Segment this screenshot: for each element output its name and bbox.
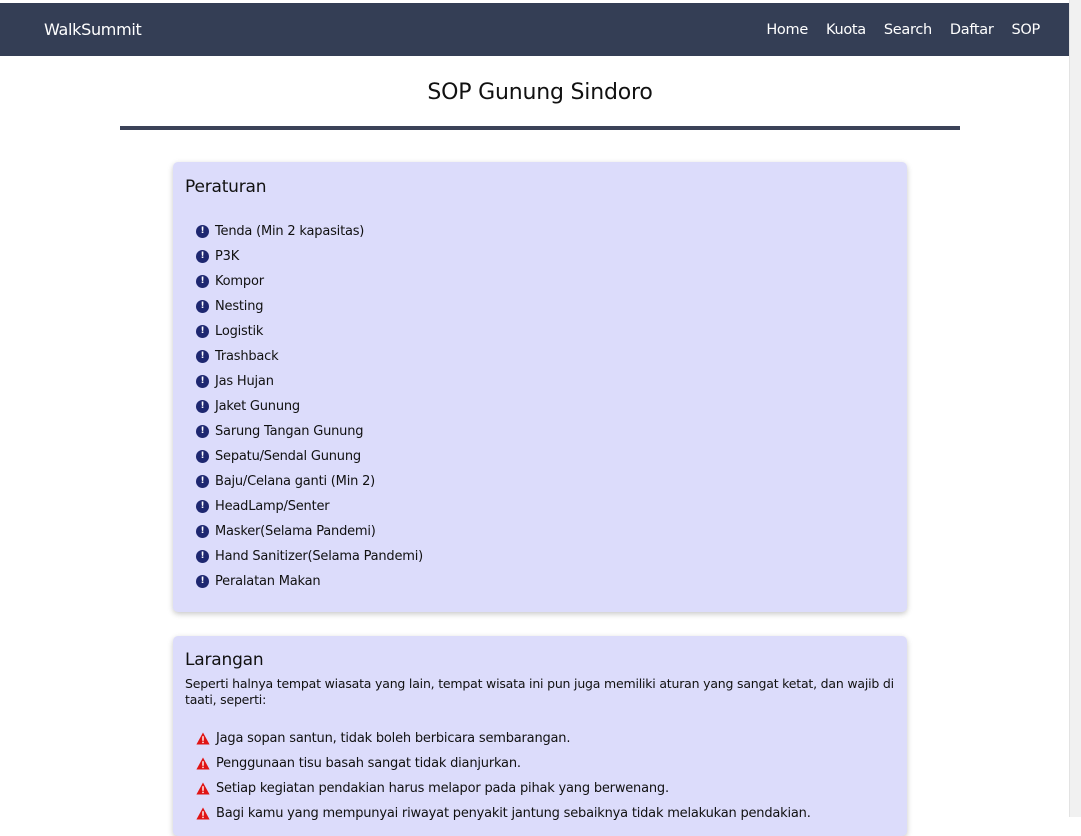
nav-link-home[interactable]: Home [766,22,808,38]
peraturan-item-label: Jas Hujan [215,374,274,389]
exclamation-circle-icon: ! [196,250,209,263]
peraturan-item-label: Trashback [215,349,279,364]
brand-logo[interactable]: WalkSummit [44,20,142,39]
exclamation-circle-icon: ! [196,300,209,313]
scrollbar[interactable] [1069,0,1081,817]
peraturan-item-label: Sarung Tangan Gunung [215,424,364,439]
peraturan-card: Peraturan ! Tenda (Min 2 kapasitas)! P3K! K… [173,162,907,612]
exclamation-circle-icon: ! [196,225,209,238]
nav-link-kuota[interactable]: Kuota [826,22,866,38]
peraturan-item: ! Jaket Gunung [196,394,895,419]
larangan-intro: Seperti halnya tempat wiasata yang lain,… [185,676,894,707]
peraturan-item: ! Tenda (Min 2 kapasitas) [196,219,895,244]
nav-link-sop[interactable]: SOP [1012,22,1041,38]
exclamation-circle-icon: ! [196,375,209,388]
peraturan-item-label: Jaket Gunung [215,399,300,414]
peraturan-item-label: Logistik [215,324,264,339]
nav-links: Home Kuota Search Daftar SOP [748,22,1040,38]
exclamation-circle-icon: ! [196,425,209,438]
peraturan-item: ! Sarung Tangan Gunung [196,419,895,444]
peraturan-list: ! Tenda (Min 2 kapasitas)! P3K! Kompor! Nest… [185,219,895,594]
title-divider [120,126,960,130]
exclamation-circle-icon: ! [196,575,209,588]
exclamation-circle-icon: ! [196,550,209,563]
exclamation-circle-icon: ! [196,400,209,413]
peraturan-item: ! Kompor [196,269,895,294]
exclamation-circle-icon: ! [196,475,209,488]
peraturan-item-label: Tenda (Min 2 kapasitas) [215,224,365,239]
peraturan-item: ! HeadLamp/Senter [196,494,895,519]
peraturan-item: ! Trashback [196,344,895,369]
navbar: WalkSummit Home Kuota Search Daftar SOP [0,3,1070,56]
warning-triangle-icon [196,782,210,795]
page-title: SOP Gunung Sindoro [427,80,653,105]
larangan-item-label: Bagi kamu yang mempunyai riwayat penyaki… [216,806,811,821]
peraturan-item-label: Nesting [215,299,264,314]
larangan-list: Jaga sopan santun, tidak boleh berbicara… [185,726,895,826]
peraturan-item-label: Hand Sanitizer(Selama Pandemi) [215,549,424,564]
exclamation-circle-icon: ! [196,325,209,338]
warning-triangle-icon [196,732,210,745]
peraturan-item: ! Masker(Selama Pandemi) [196,519,895,544]
peraturan-item-label: Baju/Celana ganti (Min 2) [215,474,376,489]
larangan-item-label: Penggunaan tisu basah sangat tidak dianj… [216,756,521,771]
peraturan-item: ! Sepatu/Sendal Gunung [196,444,895,469]
peraturan-item: ! Peralatan Makan [196,569,895,594]
peraturan-item: ! Jas Hujan [196,369,895,394]
peraturan-item: ! Baju/Celana ganti (Min 2) [196,469,895,494]
larangan-item-label: Setiap kegiatan pendakian harus melapor … [216,781,669,796]
peraturan-item-label: Masker(Selama Pandemi) [215,524,376,539]
peraturan-item-label: Kompor [215,274,264,289]
exclamation-circle-icon: ! [196,275,209,288]
peraturan-item-label: P3K [215,249,240,264]
peraturan-item-label: Sepatu/Sendal Gunung [215,449,361,464]
peraturan-heading: Peraturan [185,177,267,197]
larangan-item: Jaga sopan santun, tidak boleh berbicara… [196,726,895,751]
exclamation-circle-icon: ! [196,525,209,538]
peraturan-item: ! Hand Sanitizer(Selama Pandemi) [196,544,895,569]
larangan-item-label: Jaga sopan santun, tidak boleh berbicara… [216,731,571,746]
peraturan-item-label: Peralatan Makan [215,574,321,589]
larangan-item: Penggunaan tisu basah sangat tidak dianj… [196,751,895,776]
peraturan-item: ! Nesting [196,294,895,319]
larangan-card: Larangan Seperti halnya tempat wiasata y… [173,636,907,836]
nav-link-daftar[interactable]: Daftar [950,22,994,38]
peraturan-item-label: HeadLamp/Senter [215,499,330,514]
warning-triangle-icon [196,807,210,820]
exclamation-circle-icon: ! [196,350,209,363]
peraturan-item: ! Logistik [196,319,895,344]
larangan-heading: Larangan [185,650,264,670]
larangan-item: Setiap kegiatan pendakian harus melapor … [196,776,895,801]
larangan-item: Bagi kamu yang mempunyai riwayat penyaki… [196,801,895,826]
nav-link-search[interactable]: Search [884,22,932,38]
exclamation-circle-icon: ! [196,500,209,513]
exclamation-circle-icon: ! [196,450,209,463]
peraturan-item: ! P3K [196,244,895,269]
warning-triangle-icon [196,757,210,770]
